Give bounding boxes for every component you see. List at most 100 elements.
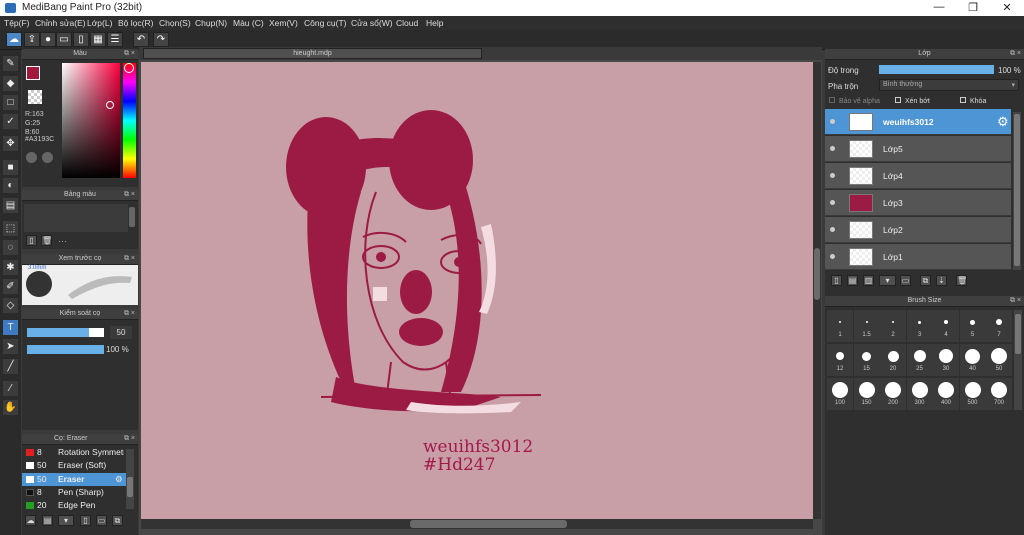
close-button[interactable]: ✕: [990, 1, 1024, 15]
brush-size-cell[interactable]: 400: [933, 378, 959, 410]
move-tool-icon[interactable]: ✥: [3, 136, 18, 151]
hue-cursor[interactable]: [124, 63, 134, 73]
duplicate-layer-icon[interactable]: ⧉: [920, 275, 931, 286]
brush-item[interactable]: 50 Eraser (Soft): [22, 459, 126, 472]
menu-edit[interactable]: Chỉnh sửa(E): [35, 18, 86, 28]
palette-icon[interactable]: [26, 152, 37, 163]
brush-size-cell[interactable]: 15: [853, 344, 880, 376]
lasso-tool-icon[interactable]: ◌: [3, 240, 18, 255]
maximize-button[interactable]: ❐: [956, 1, 990, 15]
share-icon[interactable]: ⇪: [24, 32, 40, 47]
brush-item[interactable]: 8 Pen (Sharp): [22, 486, 126, 499]
transparent-swatch[interactable]: [28, 90, 42, 104]
brush-size-cell[interactable]: 150: [853, 378, 880, 410]
gradient-tool-icon[interactable]: ▤: [3, 198, 18, 213]
rectangle-tool-icon[interactable]: □: [3, 95, 18, 110]
color-picker-cursor[interactable]: [106, 101, 114, 109]
menu-help[interactable]: Help: [426, 18, 443, 28]
hue-slider[interactable]: [123, 63, 136, 178]
new-layer-icon[interactable]: ▯: [831, 275, 842, 286]
menu-filter[interactable]: Bộ lọc(R): [118, 18, 153, 28]
eye-icon[interactable]: [830, 227, 835, 232]
page-icon[interactable]: ▯: [73, 32, 89, 47]
brush-size-cell[interactable]: 40: [959, 344, 986, 376]
clipping-checkbox[interactable]: Xén bớt: [895, 97, 930, 105]
brush-opacity-slider[interactable]: [27, 345, 104, 354]
add-palette-icon[interactable]: ▯: [26, 235, 37, 246]
layer-row[interactable]: Lớp3: [825, 190, 1011, 216]
brush-size-cell[interactable]: 1: [827, 310, 853, 342]
drawing-canvas[interactable]: weuihfs3012 #Hd247: [141, 62, 813, 519]
menu-select[interactable]: Chọn(S): [159, 18, 191, 28]
palette-scrollbar[interactable]: [129, 207, 135, 227]
menu-window[interactable]: Cửa sổ(W): [351, 18, 393, 28]
brush-size-cell[interactable]: 3: [906, 310, 933, 342]
new-brush-icon[interactable]: ▤: [42, 515, 53, 526]
brush-size-cell[interactable]: 4: [933, 310, 959, 342]
redo-icon[interactable]: ↷: [153, 32, 169, 47]
vertical-scroll-thumb[interactable]: [814, 248, 820, 300]
panel-menu-icon[interactable]: ⧉ ×: [1010, 49, 1021, 59]
menu-snap[interactable]: Chụp(N): [195, 18, 227, 28]
blend-mode-select[interactable]: Bình thường ▾: [879, 79, 1019, 91]
add-brush-icon[interactable]: ☁: [25, 515, 36, 526]
select-pen-icon[interactable]: ✐: [3, 279, 18, 294]
brush-size-cell[interactable]: 50: [986, 344, 1012, 376]
magic-wand-icon[interactable]: ✱: [3, 260, 18, 275]
duplicate-brush-icon[interactable]: ⧉: [112, 515, 123, 526]
brush-size-cell[interactable]: 300: [906, 378, 933, 410]
operation-tool-icon[interactable]: ➤: [3, 339, 18, 354]
layer-row[interactable]: Lớp1: [825, 244, 1011, 270]
primary-color-swatch[interactable]: [26, 66, 40, 80]
brush-size-cell[interactable]: 7: [986, 310, 1012, 342]
text-tool-icon[interactable]: T: [3, 320, 18, 335]
comment-icon[interactable]: ●: [40, 32, 56, 47]
menu-layer[interactable]: Lớp(L): [87, 18, 112, 28]
layer-scroll-thumb[interactable]: [1014, 114, 1020, 266]
new-halftone-layer-icon[interactable]: ▤: [847, 275, 858, 286]
brush-item-selected[interactable]: 50 Eraser ⚙: [22, 473, 126, 486]
brush-size-cell[interactable]: 5: [959, 310, 986, 342]
select-eraser-icon[interactable]: ◇: [3, 298, 18, 313]
brush-size-scrollbar[interactable]: [1014, 310, 1022, 410]
menu-cloud[interactable]: Cloud: [396, 18, 418, 28]
brush-list-scrollbar[interactable]: [126, 449, 134, 509]
hand-tool-icon[interactable]: ✋: [3, 400, 18, 415]
menu-view[interactable]: Xem(V): [269, 18, 298, 28]
layer-opacity-slider[interactable]: [879, 65, 994, 74]
brush-size-value[interactable]: 50: [110, 326, 132, 339]
brush-item[interactable]: 8 Rotation Symmetry: [22, 446, 126, 459]
panel-menu-icon[interactable]: ⧉ ×: [124, 309, 135, 319]
layer-row[interactable]: Lớp5: [825, 136, 1011, 162]
layer-add-dropdown-icon[interactable]: ▾: [879, 275, 896, 286]
delete-palette-icon[interactable]: 🗑: [41, 235, 52, 246]
document-tab[interactable]: hieught.mdp: [143, 48, 482, 59]
brush-item[interactable]: 20 Edge Pen: [22, 499, 126, 512]
layer-row[interactable]: Lớp2: [825, 217, 1011, 243]
brush-size-cell[interactable]: 25: [906, 344, 933, 376]
eye-icon[interactable]: [830, 146, 835, 151]
brush-size-cell[interactable]: 20: [880, 344, 906, 376]
bucket-tool-icon[interactable]: ◐: [3, 178, 18, 193]
brush-property-icon[interactable]: ▯: [80, 515, 91, 526]
brush-options-icon[interactable]: ▾: [58, 515, 74, 526]
brush-size-cell[interactable]: 500: [959, 378, 986, 410]
palette-menu[interactable]: ···: [58, 236, 67, 246]
undo-icon[interactable]: ↶: [133, 32, 149, 47]
minimize-button[interactable]: —: [922, 1, 956, 15]
panel-menu-icon[interactable]: ⧉ ×: [124, 190, 135, 200]
panel-menu-icon[interactable]: ⧉ ×: [124, 49, 135, 59]
eyedropper-icon[interactable]: ⁄: [3, 381, 18, 396]
protect-alpha-checkbox[interactable]: Bảo vệ alpha: [829, 97, 880, 105]
merge-layer-icon[interactable]: ⇣: [936, 275, 947, 286]
brush-size-cell[interactable]: 30: [933, 344, 959, 376]
grid-icon[interactable]: ▦: [90, 32, 106, 47]
brush-size-cell[interactable]: 200: [880, 378, 906, 410]
lock-checkbox[interactable]: Khóa: [960, 97, 986, 105]
new-8bit-layer-icon[interactable]: ▥: [863, 275, 874, 286]
new-folder-icon[interactable]: ▭: [900, 275, 911, 286]
chat-icon[interactable]: ▭: [56, 32, 72, 47]
layer-row-selected[interactable]: weuihfs3012 ⚙: [825, 109, 1011, 135]
horizontal-scroll-thumb[interactable]: [410, 520, 567, 528]
menu-file[interactable]: Tệp(F): [4, 18, 30, 28]
